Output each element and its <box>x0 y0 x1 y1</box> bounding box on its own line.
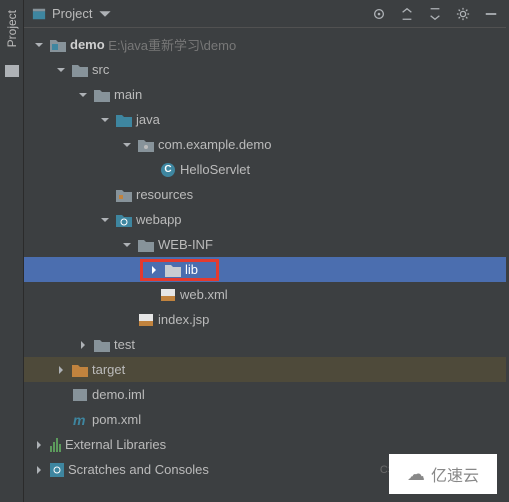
minimize-icon[interactable] <box>484 7 498 21</box>
folder-icon <box>165 262 181 278</box>
tree-node-pom[interactable]: m pom.xml <box>24 407 506 432</box>
chevron-down-icon[interactable] <box>54 63 68 77</box>
source-folder-icon <box>116 112 132 128</box>
resources-folder-icon <box>116 187 132 203</box>
tree-node-target[interactable]: target <box>24 357 506 382</box>
iml-label: demo.iml <box>92 387 145 402</box>
chevron-right-icon[interactable] <box>32 438 46 452</box>
chevron-down-icon[interactable] <box>120 238 134 252</box>
iml-file-icon <box>72 387 88 403</box>
scratches-icon <box>50 463 64 477</box>
folder-icon <box>94 87 110 103</box>
target-label: target <box>92 362 125 377</box>
chevron-down-icon[interactable] <box>32 38 46 52</box>
project-view-icon <box>32 7 46 21</box>
jsp-file-icon <box>138 312 154 328</box>
webinf-label: WEB-INF <box>158 237 213 252</box>
pom-label: pom.xml <box>92 412 141 427</box>
excluded-folder-icon <box>72 362 88 378</box>
tree-node-resources[interactable]: resources <box>24 182 506 207</box>
folder-icon <box>72 62 88 78</box>
maven-icon: m <box>72 412 88 428</box>
root-path: E:\java重新学习\demo <box>108 35 236 54</box>
test-label: test <box>114 337 135 352</box>
folder-icon <box>94 337 110 353</box>
tree-node-root[interactable]: demo E:\java重新学习\demo <box>24 32 506 57</box>
tree-node-webinf[interactable]: WEB-INF <box>24 232 506 257</box>
webxml-label: web.xml <box>180 287 228 302</box>
chevron-down-icon[interactable] <box>120 138 134 152</box>
project-toolbar: Project <box>24 0 506 28</box>
sidebar-file-icon[interactable] <box>5 65 19 77</box>
tree-node-test[interactable]: test <box>24 332 506 357</box>
package-icon <box>138 137 154 153</box>
scratches-label: Scratches and Consoles <box>68 462 209 477</box>
chevron-down-icon[interactable] <box>98 213 112 227</box>
package-label: com.example.demo <box>158 137 271 152</box>
chevron-right-icon[interactable] <box>76 338 90 352</box>
tree-node-lib[interactable]: lib <box>24 257 506 282</box>
chevron-right-icon[interactable] <box>54 363 68 377</box>
tree-node-class[interactable]: C HelloServlet <box>24 157 506 182</box>
cloud-icon: ☁ <box>407 464 425 485</box>
brand-label: 亿速云 <box>431 462 479 486</box>
chevron-right-icon[interactable] <box>147 263 161 277</box>
chevron-down-icon[interactable] <box>98 113 112 127</box>
tree-node-webapp[interactable]: webapp <box>24 207 506 232</box>
class-icon: C <box>160 162 176 178</box>
tree-node-indexjsp[interactable]: index.jsp <box>24 307 506 332</box>
locate-icon[interactable] <box>372 7 386 21</box>
dropdown-icon[interactable] <box>98 7 112 21</box>
lib-label: lib <box>185 262 198 277</box>
tree-node-webxml[interactable]: web.xml <box>24 282 506 307</box>
collapse-all-icon[interactable] <box>428 7 442 21</box>
module-folder-icon <box>50 37 66 53</box>
expand-all-icon[interactable] <box>400 7 414 21</box>
tree-node-package[interactable]: com.example.demo <box>24 132 506 157</box>
xml-file-icon <box>160 287 176 303</box>
chevron-down-icon[interactable] <box>76 88 90 102</box>
web-folder-icon <box>116 212 132 228</box>
external-libs-label: External Libraries <box>65 437 166 452</box>
webapp-label: webapp <box>136 212 182 227</box>
project-tree[interactable]: demo E:\java重新学习\demo src main java <box>24 28 506 502</box>
tree-node-java[interactable]: java <box>24 107 506 132</box>
folder-icon <box>138 237 154 253</box>
main-label: main <box>114 87 142 102</box>
src-label: src <box>92 62 109 77</box>
java-label: java <box>136 112 160 127</box>
project-view-label[interactable]: Project <box>52 6 92 21</box>
tree-node-main[interactable]: main <box>24 82 506 107</box>
root-name: demo <box>70 37 105 52</box>
brand-watermark: ☁ 亿速云 <box>389 454 497 494</box>
project-tool-tab[interactable]: Project <box>5 10 19 47</box>
chevron-right-icon[interactable] <box>32 463 46 477</box>
external-libs-icon <box>50 438 61 452</box>
class-label: HelloServlet <box>180 162 250 177</box>
highlight-box: lib <box>140 259 219 281</box>
tree-node-src[interactable]: src <box>24 57 506 82</box>
resources-label: resources <box>136 187 193 202</box>
gear-icon[interactable] <box>456 7 470 21</box>
indexjsp-label: index.jsp <box>158 312 209 327</box>
tree-node-iml[interactable]: demo.iml <box>24 382 506 407</box>
